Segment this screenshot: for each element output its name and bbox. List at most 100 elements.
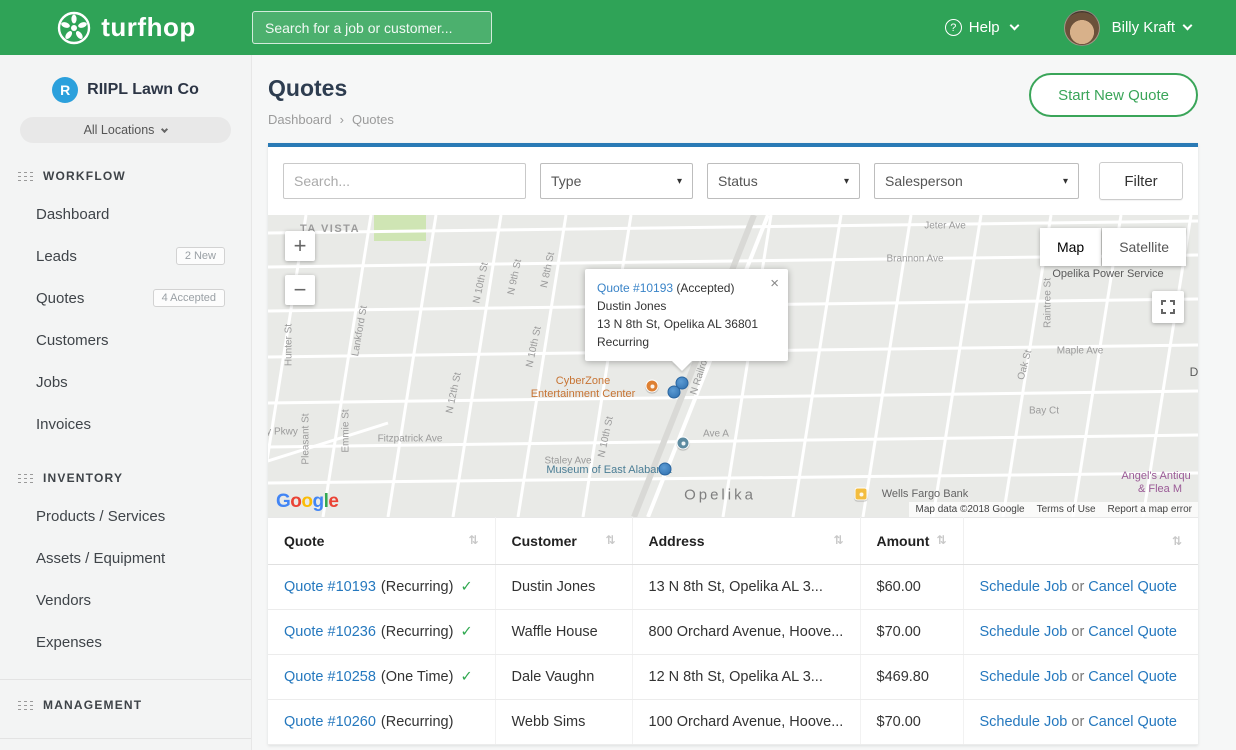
close-icon[interactable]: × (770, 276, 779, 291)
terms-link[interactable]: Terms of Use (1037, 504, 1096, 515)
amount-cell: $70.00 (860, 610, 963, 655)
map-label: Wells Fargo Bank (882, 488, 969, 500)
quotes-search-input[interactable] (283, 163, 526, 199)
customer-cell: Dale Vaughn (495, 655, 632, 700)
sidebar-item[interactable]: Customers (0, 319, 251, 361)
infowindow-status: (Accepted) (676, 281, 734, 295)
sidebar-item-label: Leads (36, 248, 77, 265)
salesperson-select[interactable]: Salesperson ▾ (874, 163, 1079, 199)
quote-marker[interactable] (659, 463, 672, 476)
map-type-controls: Map Satellite (1040, 228, 1186, 266)
satellite-view-button[interactable]: Satellite (1102, 228, 1186, 266)
address-cell: 13 N 8th St, Opelika AL 3... (632, 565, 860, 610)
filter-button[interactable]: Filter (1099, 162, 1183, 200)
table-header-cell[interactable]: Address ⇅ (632, 518, 860, 565)
sort-icon[interactable]: ⇅ (605, 533, 615, 547)
dropdown-arrow-icon: ▾ (677, 176, 682, 187)
report-error-link[interactable]: Report a map error (1108, 504, 1192, 515)
topbar: turfhop ? Help Billy Kraft (0, 0, 1236, 55)
global-search-input[interactable] (252, 11, 492, 44)
sidebar-item[interactable]: Expenses (0, 621, 251, 663)
map[interactable]: TA VISTA Jeter Ave Brannon Ave Opelika P… (268, 215, 1198, 517)
help-menu[interactable]: ? Help (945, 19, 1018, 36)
help-icon: ? (945, 19, 962, 36)
section-handle-icon (18, 701, 33, 710)
zoom-out-button[interactable]: − (285, 275, 315, 305)
actions-cell: Schedule JoborCancel Quote (963, 565, 1198, 610)
dropdown-arrow-icon: ▾ (1063, 176, 1068, 187)
chevron-down-icon (1009, 21, 1019, 31)
type-select[interactable]: Type ▾ (540, 163, 693, 199)
poi-icon[interactable] (646, 380, 659, 393)
status-select[interactable]: Status ▾ (707, 163, 860, 199)
breadcrumb-quotes: Quotes (352, 112, 394, 127)
actions-cell: Schedule JoborCancel Quote (963, 655, 1198, 700)
sidebar-item[interactable]: Assets / Equipment (0, 537, 251, 579)
avatar[interactable] (1064, 10, 1100, 46)
quote-cell: Quote #10258(One Time)✓ (268, 655, 495, 700)
section-management[interactable]: MANAGEMENT (0, 679, 251, 722)
sidebar-item-label: Expenses (36, 634, 102, 651)
user-menu[interactable]: Billy Kraft (1112, 19, 1191, 36)
quote-link[interactable]: Quote #10236 (284, 624, 376, 640)
breadcrumb-dashboard[interactable]: Dashboard (268, 112, 332, 127)
sidebar-item[interactable]: Leads 2 New (0, 235, 251, 277)
section-reports[interactable]: REPORTS (0, 738, 251, 750)
chevron-down-icon (161, 125, 168, 132)
table-header-cell[interactable]: Customer ⇅ (495, 518, 632, 565)
map-view-button[interactable]: Map (1040, 228, 1101, 266)
quote-type: (Recurring) (381, 714, 454, 730)
main-content: Quotes Dashboard › Quotes Start New Quot… (252, 55, 1236, 750)
map-label: CyberZone (556, 375, 610, 387)
infowindow-customer: Dustin Jones (597, 297, 758, 315)
cancel-quote-link[interactable]: Cancel Quote (1088, 624, 1177, 640)
schedule-job-link[interactable]: Schedule Job (980, 624, 1068, 640)
table-header-cell[interactable]: ⇅ (963, 518, 1198, 565)
table-header-cell[interactable]: Quote ⇅ (268, 518, 495, 565)
schedule-job-link[interactable]: Schedule Job (980, 579, 1068, 595)
accepted-check-icon: ✓ (460, 624, 472, 640)
sidebar-item[interactable]: Jobs (0, 361, 251, 403)
fullscreen-button[interactable] (1152, 291, 1184, 323)
map-label: Jeter Ave (924, 221, 966, 232)
sort-icon[interactable]: ⇅ (936, 533, 946, 547)
sidebar-item-label: Assets / Equipment (36, 550, 165, 567)
google-logo: Google (276, 491, 338, 513)
quote-type: (One Time) (381, 669, 454, 685)
sort-icon[interactable]: ⇅ (833, 533, 843, 547)
quote-link[interactable]: Quote #10193 (284, 579, 376, 595)
section-handle-icon (18, 474, 33, 483)
or-separator: or (1071, 579, 1084, 595)
cancel-quote-link[interactable]: Cancel Quote (1088, 714, 1177, 730)
or-separator: or (1071, 624, 1084, 640)
start-new-quote-button[interactable]: Start New Quote (1029, 73, 1198, 117)
map-label: Bay Ct (1029, 406, 1059, 417)
sidebar-item[interactable]: Invoices (0, 403, 251, 445)
infowindow-quote-link[interactable]: Quote #10193 (597, 281, 673, 295)
sidebar-item-label: Products / Services (36, 508, 165, 525)
sidebar-item[interactable]: Products / Services (0, 495, 251, 537)
sort-icon[interactable]: ⇅ (1172, 534, 1182, 548)
company-name: RIIPL Lawn Co (87, 81, 199, 99)
sidebar-item[interactable]: Dashboard (0, 193, 251, 235)
schedule-job-link[interactable]: Schedule Job (980, 714, 1068, 730)
quote-link[interactable]: Quote #10258 (284, 669, 376, 685)
cancel-quote-link[interactable]: Cancel Quote (1088, 579, 1177, 595)
quote-link[interactable]: Quote #10260 (284, 714, 376, 730)
sidebar-item[interactable]: Quotes 4 Accepted (0, 277, 251, 319)
schedule-job-link[interactable]: Schedule Job (980, 669, 1068, 685)
poi-icon[interactable] (855, 488, 868, 501)
map-attribution: Map data ©2018 Google Terms of Use Repor… (909, 502, 1198, 517)
brand[interactable]: turfhop (0, 10, 252, 46)
locations-label: All Locations (84, 123, 155, 137)
sidebar-item[interactable]: Vendors (0, 579, 251, 621)
turfhop-logo-icon (56, 10, 92, 46)
company-header[interactable]: R RIIPL Lawn Co (0, 77, 251, 103)
locations-dropdown[interactable]: All Locations (20, 117, 231, 143)
quote-marker[interactable] (668, 386, 681, 399)
cancel-quote-link[interactable]: Cancel Quote (1088, 669, 1177, 685)
sort-icon[interactable]: ⇅ (468, 533, 478, 547)
poi-icon[interactable] (677, 437, 690, 450)
table-header-cell[interactable]: Amount ⇅ (860, 518, 963, 565)
zoom-in-button[interactable]: + (285, 231, 315, 261)
